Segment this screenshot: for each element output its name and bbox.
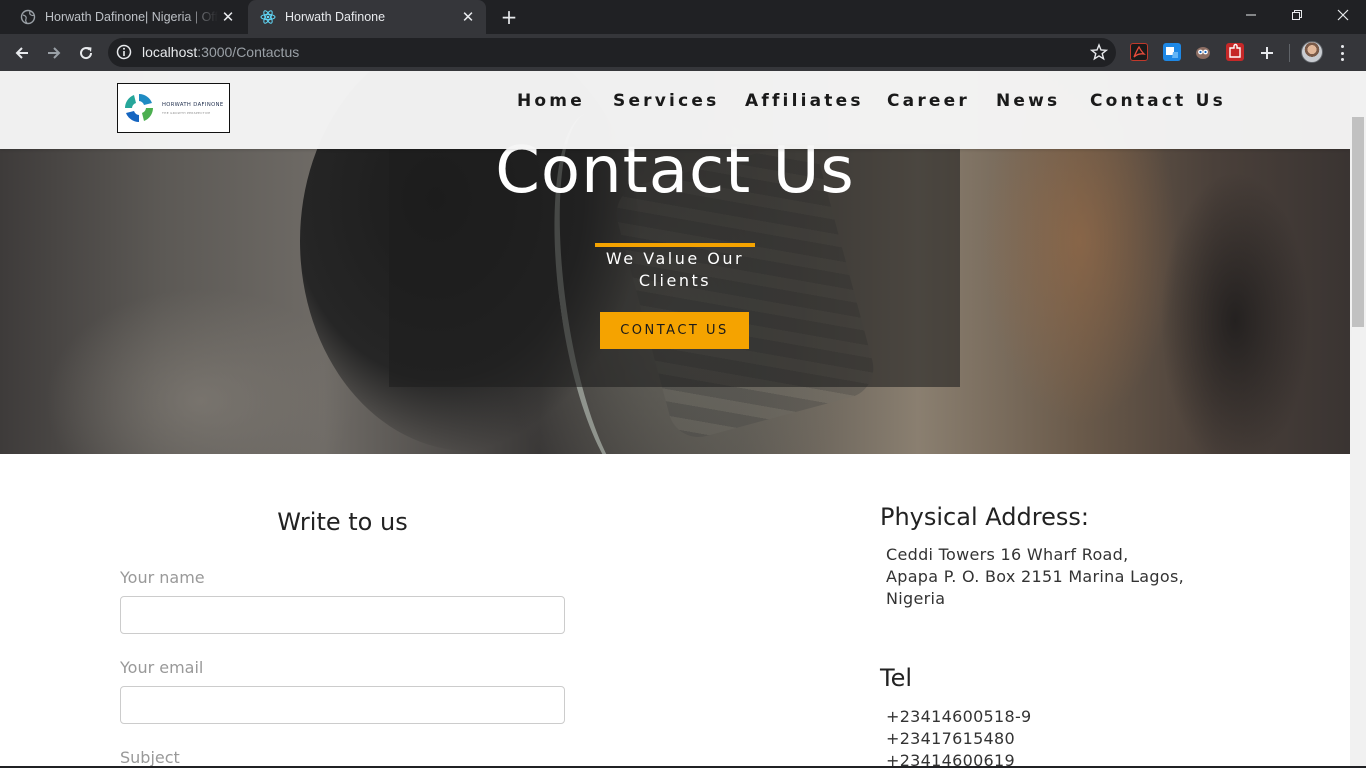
- name-label: Your name: [120, 568, 205, 587]
- address-bar[interactable]: localhost:3000/Contactus: [108, 38, 1116, 67]
- browser-menu-icon[interactable]: [1337, 43, 1347, 63]
- tel-line: +23414600619: [886, 751, 1015, 766]
- nav-affiliates[interactable]: Affiliates: [745, 91, 864, 111]
- url-host: localhost: [142, 44, 198, 60]
- restore-icon[interactable]: [1274, 0, 1320, 30]
- new-tab-icon[interactable]: +: [498, 6, 520, 28]
- hero-background-shape: [1160, 171, 1310, 454]
- owl-extension-icon[interactable]: [1194, 43, 1212, 61]
- tab-title: Horwath Dafinone| Nigeria | Official Sit…: [45, 10, 218, 24]
- browser-toolbar: localhost:3000/Contactus: [0, 34, 1366, 71]
- tel-heading: Tel: [880, 664, 913, 692]
- address-line: Nigeria: [886, 589, 946, 608]
- add-extension-icon[interactable]: [1253, 39, 1281, 67]
- browser-titlebar: Horwath Dafinone| Nigeria | Official Sit…: [0, 0, 1366, 34]
- hero-accent-rule: [595, 243, 755, 247]
- contact-us-button[interactable]: CONTACT US: [600, 312, 749, 349]
- page-viewport: Contact Us We Value Our Clients CONTACT …: [0, 71, 1350, 766]
- close-tab-icon[interactable]: ✕: [218, 7, 238, 27]
- nav-contact-us[interactable]: Contact Us: [1090, 91, 1226, 111]
- reload-icon[interactable]: [72, 39, 100, 67]
- puzzle-extension-icon[interactable]: [1226, 43, 1244, 61]
- nav-news[interactable]: News: [996, 91, 1060, 111]
- tel-line: +23417615480: [886, 729, 1015, 748]
- nav-services[interactable]: Services: [613, 91, 719, 111]
- url-text: localhost:3000/Contactus: [142, 44, 299, 60]
- hero-tagline-line: Clients: [638, 271, 712, 290]
- close-tab-icon[interactable]: ✕: [458, 7, 478, 27]
- scrollbar-thumb[interactable]: [1352, 117, 1364, 327]
- email-input[interactable]: [120, 686, 565, 724]
- browser-tab-active[interactable]: Horwath Dafinone ✕: [248, 0, 486, 34]
- translate-extension-icon[interactable]: [1163, 43, 1181, 61]
- site-logo[interactable]: HORWATH DAFINONE THE GROWTH PERSPECTIVE: [117, 83, 230, 133]
- logo-wordmark: HORWATH DAFINONE: [162, 101, 224, 108]
- bookmark-star-icon[interactable]: [1089, 43, 1109, 61]
- url-path: :3000/Contactus: [197, 44, 300, 60]
- address-line: Ceddi Towers 16 Wharf Road,: [886, 545, 1129, 564]
- site-info-icon[interactable]: [116, 44, 132, 60]
- minimize-icon[interactable]: [1228, 0, 1274, 30]
- react-icon: [260, 9, 276, 25]
- form-title: Write to us: [277, 508, 408, 536]
- address-heading: Physical Address:: [880, 503, 1089, 531]
- site-header: HORWATH DAFINONE THE GROWTH PERSPECTIVE …: [0, 71, 1350, 149]
- back-arrow-icon[interactable]: [8, 39, 36, 67]
- toolbar-divider: [1289, 44, 1290, 62]
- logo-tagline: THE GROWTH PERSPECTIVE: [162, 110, 211, 115]
- pdf-extension-icon[interactable]: [1130, 43, 1148, 61]
- browser-tab-inactive[interactable]: Horwath Dafinone| Nigeria | Official Sit…: [8, 0, 246, 34]
- name-input[interactable]: [120, 596, 565, 634]
- tel-line: +23414600518-9: [886, 707, 1032, 726]
- forward-arrow-icon[interactable]: [40, 39, 68, 67]
- email-label: Your email: [120, 658, 204, 677]
- logo-mark-icon: [125, 94, 153, 122]
- page-scrollbar[interactable]: [1350, 71, 1366, 766]
- hero-tagline-line: We Value Our: [605, 249, 745, 268]
- globe-icon: [20, 9, 36, 25]
- nav-home[interactable]: Home: [517, 91, 585, 111]
- close-window-icon[interactable]: [1320, 0, 1366, 30]
- subject-label: Subject: [120, 748, 180, 766]
- nav-career[interactable]: Career: [887, 91, 970, 111]
- tab-title: Horwath Dafinone: [285, 10, 386, 24]
- hero-tagline: We Value Our Clients: [595, 248, 755, 292]
- address-line: Apapa P. O. Box 2151 Marina Lagos,: [886, 567, 1184, 586]
- profile-avatar[interactable]: [1301, 41, 1323, 63]
